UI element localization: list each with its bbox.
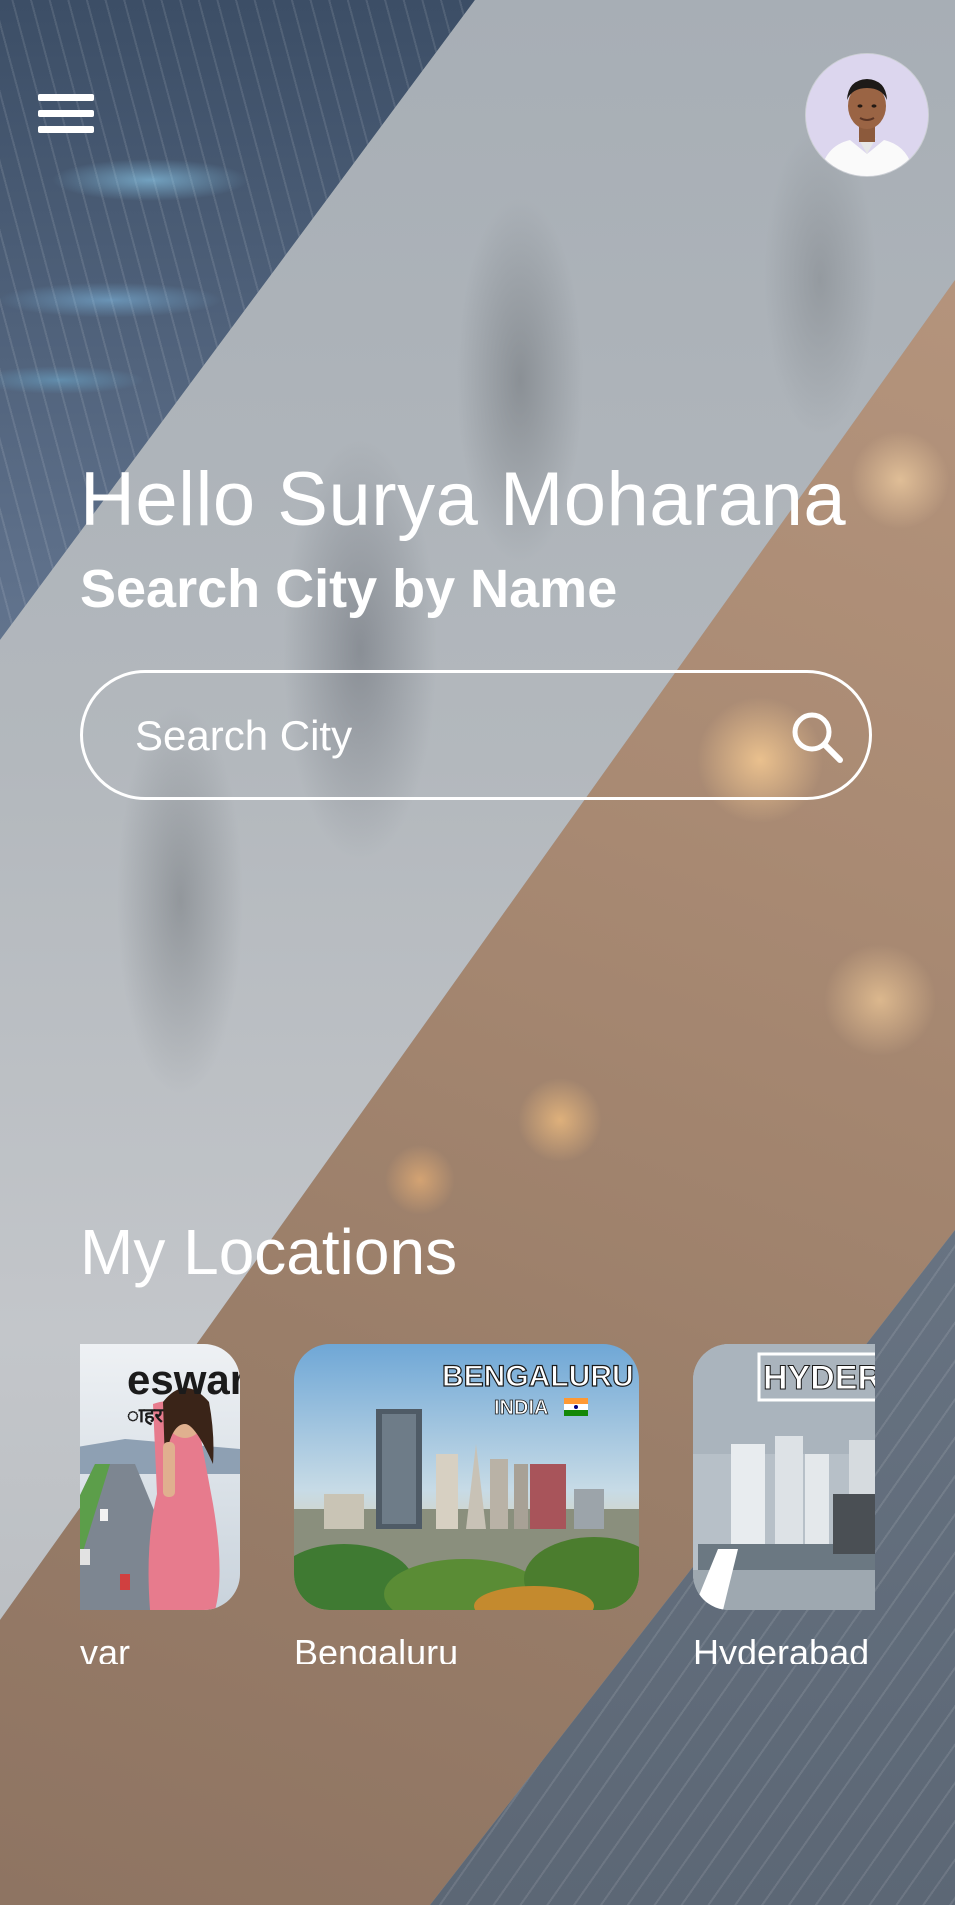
hamburger-menu-icon[interactable] (38, 92, 94, 138)
location-card-label: var (80, 1632, 131, 1664)
location-card[interactable]: BENGALURU INDIA Bengaluru (294, 1344, 639, 1664)
location-card[interactable]: HYDERA Hyderabad (693, 1344, 875, 1664)
location-card-label: Hyderabad (693, 1632, 870, 1664)
location-image-subtitle: INDIA (494, 1397, 548, 1419)
location-image-title: eswar (127, 1356, 240, 1403)
search-subtitle: Search City by Name (80, 559, 618, 619)
location-card[interactable]: eswar ाहर var (80, 1344, 240, 1664)
location-image-title: BENGALURU (442, 1360, 634, 1393)
menu-bar-bottom (38, 126, 94, 133)
greeting-heading: Hello Surya Moharana (80, 457, 847, 542)
location-image-title: HYDERA (763, 1359, 875, 1397)
location-image: BENGALURU INDIA (294, 1344, 639, 1610)
location-image: eswar ाहर (80, 1344, 240, 1610)
city-search-bar[interactable] (80, 670, 872, 800)
avatar-portrait (806, 54, 928, 176)
my-locations-heading: My Locations (80, 1216, 458, 1288)
city-search-input[interactable] (135, 701, 735, 771)
menu-bar-top (38, 94, 94, 101)
my-locations-carousel[interactable]: eswar ाहर var BENGALURU INDIA Bengaluru … (80, 1344, 875, 1664)
menu-bar-middle (38, 110, 94, 117)
location-image: HYDERA (693, 1344, 875, 1610)
user-avatar[interactable] (806, 54, 928, 176)
location-image-subtitle: ाहर (127, 1403, 164, 1427)
location-card-label: Bengaluru (294, 1632, 459, 1664)
weather-app-home-screen: Hello Surya Moharana Search City by Name… (0, 0, 955, 1905)
india-flag-icon (564, 1398, 588, 1416)
search-icon[interactable] (789, 709, 845, 765)
